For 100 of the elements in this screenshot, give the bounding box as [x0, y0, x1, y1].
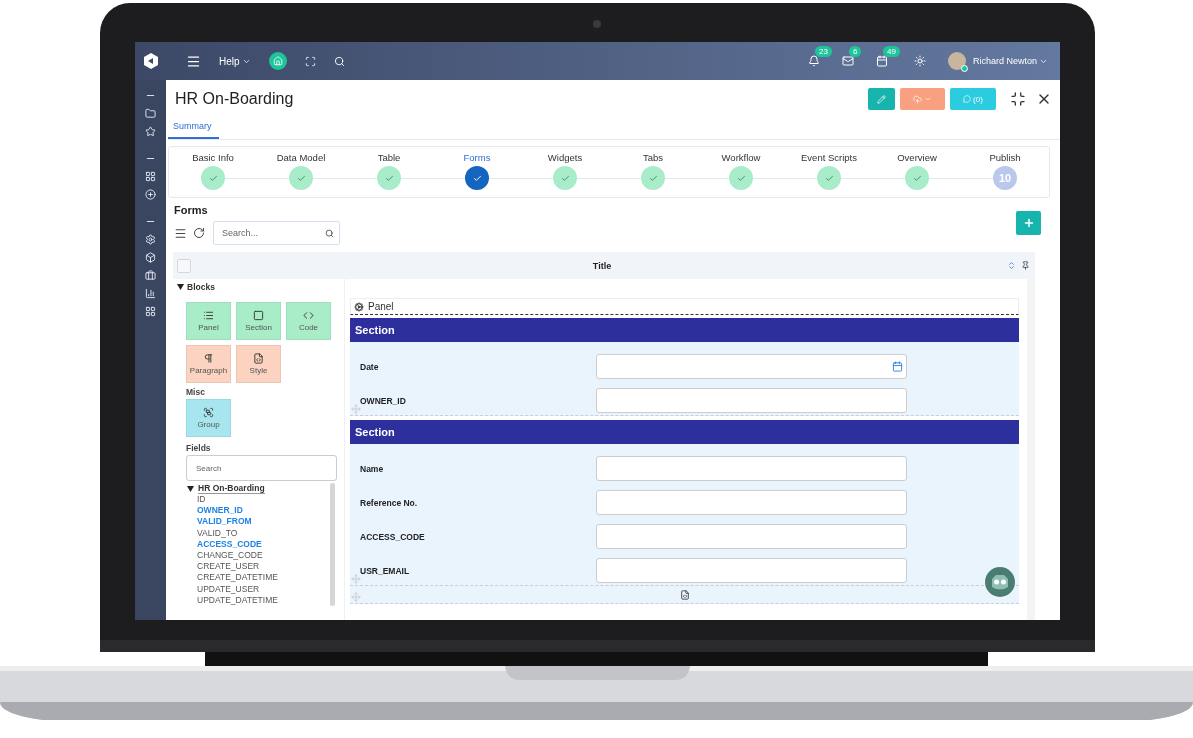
input-field[interactable] — [596, 490, 907, 515]
home-button[interactable] — [268, 52, 287, 70]
count-badge: 23 — [814, 46, 832, 57]
avatar[interactable] — [947, 52, 966, 70]
field-item[interactable]: OWNER_ID — [197, 505, 330, 517]
settings-icon[interactable] — [145, 234, 156, 245]
section-header[interactable]: Section — [350, 318, 1019, 342]
input-field[interactable] — [596, 558, 907, 583]
step-label[interactable]: Event Scripts — [801, 152, 857, 163]
step-label[interactable]: Publish — [989, 152, 1021, 163]
step-label[interactable]: Overview — [897, 152, 937, 163]
caret-icon — [187, 485, 194, 492]
bell-button[interactable] — [807, 55, 820, 67]
house-icon — [272, 56, 283, 66]
field-label: Name — [359, 463, 385, 474]
group-heading: Misc — [186, 387, 206, 397]
checkbox[interactable] — [177, 258, 191, 273]
block-tile[interactable]: Panel — [186, 302, 231, 340]
block-tile[interactable]: Section — [236, 302, 281, 340]
check-icon — [208, 173, 218, 183]
mail-button[interactable] — [841, 55, 854, 67]
group-heading: Fields — [186, 443, 212, 453]
code-icon — [303, 310, 314, 321]
step-label[interactable]: Workflow — [721, 152, 761, 163]
field-item[interactable]: UPDATE_DATETIME — [197, 594, 330, 607]
field-item[interactable]: VALID_FROM — [197, 516, 330, 528]
step-label[interactable]: Widgets — [547, 152, 583, 163]
scrollbar[interactable] — [330, 483, 335, 607]
section-header[interactable]: Section — [350, 420, 1019, 444]
block-tile[interactable]: Style — [236, 345, 281, 383]
cube-icon[interactable] — [145, 252, 156, 263]
theme-button[interactable] — [913, 55, 926, 67]
input-field[interactable] — [596, 456, 907, 481]
cloud-upload-icon — [913, 94, 922, 104]
css-icon — [679, 589, 690, 600]
briefcase-icon[interactable] — [145, 270, 156, 281]
section-title: Forms — [174, 204, 209, 216]
block-tile[interactable]: Paragraph — [186, 345, 231, 383]
block-tile[interactable]: Group — [186, 399, 231, 437]
tree-node[interactable]: HR On-Boarding — [187, 483, 330, 494]
step-circle[interactable] — [465, 166, 489, 190]
step-label[interactable]: Basic Info — [192, 152, 234, 163]
column-header[interactable]: Title — [197, 260, 1007, 271]
grid-icon[interactable] — [145, 306, 156, 317]
step-label[interactable]: Tabs — [642, 152, 664, 163]
calendar-button[interactable] — [875, 55, 888, 67]
field-item[interactable]: CREATE_USER — [197, 561, 330, 573]
tab[interactable]: Summary — [168, 118, 219, 139]
panel-header[interactable]: Panel — [350, 298, 1019, 315]
count-badge: 6 — [848, 46, 862, 57]
field-item[interactable]: ACCESS_CODE — [197, 538, 330, 550]
input-field[interactable] — [596, 388, 907, 413]
bar-chart-icon[interactable] — [145, 288, 156, 299]
comment-icon — [963, 95, 972, 103]
menu-button[interactable] — [186, 53, 201, 69]
search-field[interactable]: Search — [186, 455, 337, 481]
step-label[interactable]: Forms — [463, 152, 491, 163]
field-item[interactable]: UPDATE_USER — [197, 583, 330, 595]
collapse-button[interactable] — [1010, 91, 1026, 107]
drag-handle-icon[interactable] — [351, 404, 361, 414]
assistant-icon[interactable] — [985, 567, 1015, 597]
refresh-button[interactable] — [193, 227, 205, 239]
help-menu[interactable]: Help — [219, 55, 251, 67]
field-item[interactable]: VALID_TO — [197, 527, 330, 539]
square-icon — [253, 310, 264, 321]
chevron-down-icon — [924, 95, 932, 103]
plus-circle-icon[interactable] — [145, 189, 156, 200]
sort-icon[interactable] — [1007, 261, 1016, 270]
search-field[interactable]: Search... — [213, 221, 340, 245]
gears-icon — [354, 301, 364, 312]
field-label: ACCESS_CODE — [359, 531, 426, 542]
field-item[interactable]: CREATE_DATETIME — [197, 572, 330, 584]
step-label[interactable]: Data Model — [276, 152, 326, 163]
grid-icon[interactable] — [145, 171, 156, 182]
calendar-icon — [875, 55, 888, 67]
drag-handle-icon[interactable] — [351, 574, 361, 584]
search-button[interactable] — [333, 55, 345, 67]
user-menu[interactable]: Richard Newton — [972, 56, 1048, 66]
group-heading[interactable]: Blocks — [187, 282, 215, 292]
input-field[interactable] — [596, 524, 907, 549]
folder-icon[interactable] — [145, 108, 156, 119]
pin-icon[interactable] — [1021, 261, 1030, 270]
check-icon — [648, 173, 658, 183]
star-icon[interactable] — [145, 126, 156, 137]
block-tile[interactable]: Code — [286, 302, 331, 340]
drag-handle-icon[interactable] — [351, 592, 361, 602]
step-label[interactable]: Table — [377, 152, 401, 163]
mail-icon — [841, 55, 854, 67]
pencil-icon — [877, 94, 886, 104]
date-field[interactable] — [596, 354, 907, 379]
check-icon — [560, 173, 570, 183]
check-icon — [824, 173, 834, 183]
fullscreen-button[interactable] — [304, 55, 316, 67]
field-item[interactable]: ID — [197, 494, 330, 506]
logo-icon — [142, 53, 159, 69]
count-badge: 49 — [882, 46, 900, 57]
field-item[interactable]: CHANGE_CODE — [197, 550, 330, 562]
list-view-button[interactable] — [174, 226, 187, 240]
check-icon — [912, 173, 922, 183]
online-dot — [960, 65, 968, 72]
